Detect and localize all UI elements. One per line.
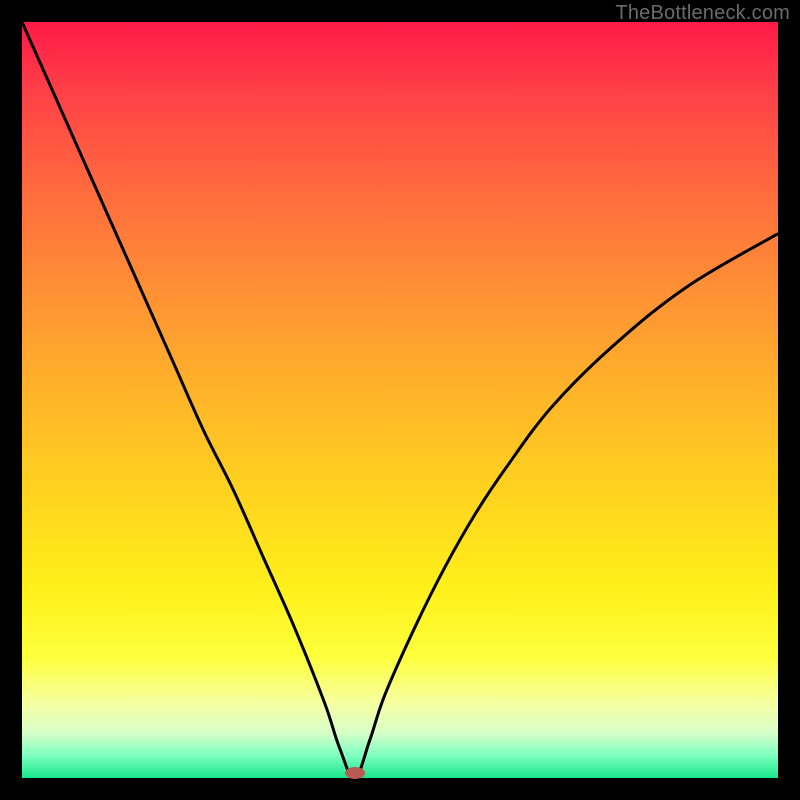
minimum-marker <box>345 767 365 779</box>
curve-path <box>22 22 778 778</box>
bottleneck-curve <box>22 22 778 778</box>
plot-area <box>22 22 778 778</box>
